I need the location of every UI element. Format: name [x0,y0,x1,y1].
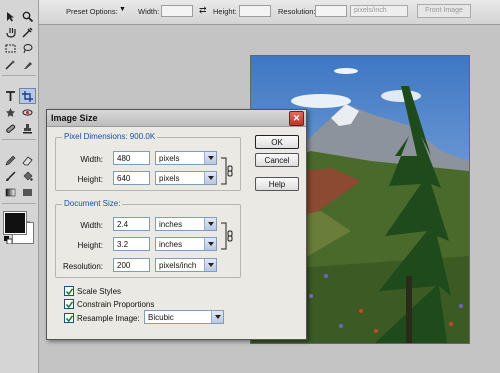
resolution-label: Resolution: [62,262,103,271]
pixel-height-unit-value: pixels [159,174,180,183]
healing-brush-tool-icon[interactable] [2,120,19,136]
paint-bucket-tool-icon[interactable] [19,168,36,184]
cancel-button[interactable]: Cancel [255,153,299,167]
document-size-title: Document Size: [62,199,123,208]
resolution-input[interactable]: 200 [113,258,150,272]
swap-dimensions-icon[interactable]: ⇄ [199,5,207,16]
pixel-height-label: Height: [77,175,103,184]
doc-width-unit-select[interactable]: inches [155,217,217,231]
magic-wand-tool-icon[interactable] [2,56,19,72]
front-image-button[interactable]: Front Image [417,4,471,18]
resolution-label: Resolution: [278,7,316,16]
zoom-tool-icon[interactable] [19,8,36,24]
doc-height-unit-select[interactable]: inches [155,237,217,251]
pixel-dimensions-title: Pixel Dimensions: 900.0K [62,132,158,141]
selection-brush-tool-icon[interactable] [19,56,36,72]
tools-divider [2,75,36,77]
link-chain-icon [221,156,235,188]
chevron-down-icon[interactable] [204,152,216,164]
move-tool-icon[interactable] [2,8,19,24]
doc-height-unit-value: inches [159,240,183,249]
crop-tool-icon[interactable] [19,88,36,104]
chevron-down-icon[interactable] [204,172,216,184]
resolution-unit-select[interactable]: pixels/inch [155,258,217,272]
default-colors-icon[interactable] [4,236,13,246]
doc-width-input[interactable]: 2.4 [113,217,150,231]
red-eye-tool-icon[interactable] [19,104,36,120]
checkmark-icon[interactable] [64,299,74,309]
close-icon[interactable]: ✕ [289,111,304,126]
doc-width-label: Width: [80,221,103,230]
clone-stamp-tool-icon[interactable] [19,120,36,136]
tools-panel [0,0,39,373]
shape-tool-icon[interactable] [19,184,36,200]
constrain-proportions-label: Constrain Proportions [77,299,155,309]
image-size-dialog: Image Size ✕ Pixel Dimensions: 900.0K Wi… [46,109,307,340]
height-input[interactable] [239,5,271,17]
eraser-tool-icon[interactable] [19,152,36,168]
doc-height-input[interactable]: 3.2 [113,237,150,251]
scale-styles-checkbox[interactable]: Scale Styles [64,286,121,296]
options-bar: Preset Options: ▼ Width: ⇄ Height: Resol… [0,0,500,25]
hand-tool-icon[interactable] [2,24,19,40]
lasso-tool-icon[interactable] [19,40,36,56]
pixel-width-input[interactable]: 480 [113,151,150,165]
pixel-width-unit-select[interactable]: pixels [155,151,217,165]
scale-styles-label: Scale Styles [77,286,122,296]
width-label: Width: [138,7,160,16]
pixel-width-unit-value: pixels [159,154,180,163]
chevron-down-icon[interactable] [211,311,223,323]
doc-height-label: Height: [77,241,103,250]
preset-dropdown-icon[interactable]: ▼ [119,6,126,13]
help-button[interactable]: Help [255,177,299,191]
tools-divider [2,203,36,205]
resolution-input[interactable] [315,5,347,17]
dialog-titlebar[interactable]: Image Size ✕ [47,110,306,127]
constrain-proportions-checkbox[interactable]: Constrain Proportions [64,299,154,309]
height-label: Height: [213,7,237,16]
chevron-down-icon[interactable] [204,218,216,230]
resample-method-value: Bicubic [148,313,174,322]
pencil-tool-icon[interactable] [2,152,19,168]
pixel-width-label: Width: [80,155,103,164]
tools-divider [2,139,36,141]
gradient-tool-icon[interactable] [2,184,19,200]
preset-options-label: Preset Options: [66,7,118,16]
chevron-down-icon[interactable] [204,259,216,271]
width-input[interactable] [161,5,193,17]
cookie-cutter-tool-icon[interactable] [2,104,19,120]
ok-button[interactable]: OK [255,135,299,149]
checkmark-icon[interactable] [64,286,74,296]
dialog-title: Image Size [51,113,98,123]
foreground-color-swatch[interactable] [3,211,27,235]
checkmark-icon[interactable] [64,313,74,323]
resample-method-select[interactable]: Bicubic [144,310,224,324]
resolution-unit-value: pixels/inch [159,261,197,270]
doc-width-unit-value: inches [159,220,183,229]
resample-image-checkbox[interactable]: Resample Image: [64,313,140,323]
resolution-unit-select[interactable]: pixels/inch [350,5,408,17]
type-tool-icon[interactable] [2,88,19,104]
resample-image-label: Resample Image: [77,313,140,323]
chevron-down-icon[interactable] [204,238,216,250]
marquee-tool-icon[interactable] [2,40,19,56]
pixel-height-unit-select[interactable]: pixels [155,171,217,185]
pixel-height-input[interactable]: 640 [113,171,150,185]
brush-tool-icon[interactable] [2,168,19,184]
link-chain-icon [221,221,235,253]
eyedropper-tool-icon[interactable] [19,24,36,40]
